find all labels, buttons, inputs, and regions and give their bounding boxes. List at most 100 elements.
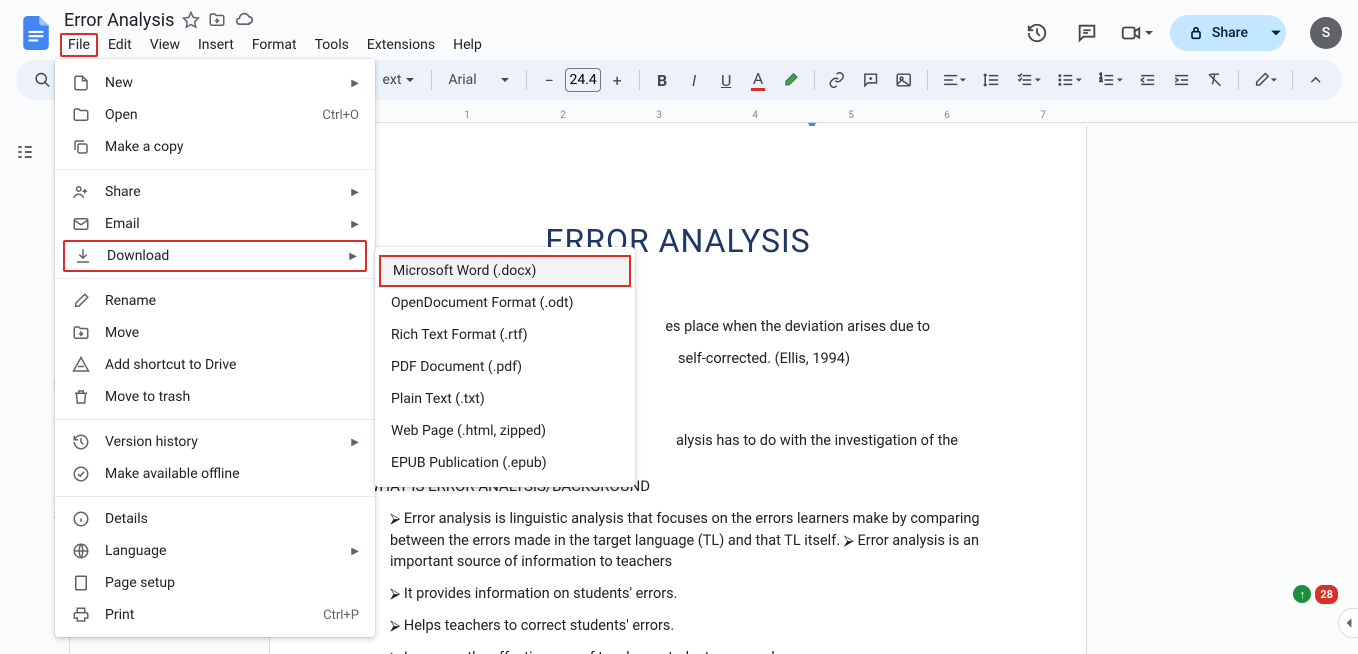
- align-button[interactable]: [936, 66, 973, 94]
- copy-icon: [71, 138, 91, 156]
- menu-share[interactable]: Share▶: [55, 176, 375, 208]
- download-epub[interactable]: EPUB Publication (.epub): [375, 447, 635, 479]
- menu-makecopy[interactable]: Make a copy: [55, 131, 375, 163]
- linespacing-button[interactable]: [977, 66, 1006, 94]
- chevron-right-icon: ▶: [351, 187, 359, 198]
- comments-icon[interactable]: [1070, 16, 1104, 50]
- explore-badge[interactable]: ↑ 28: [1293, 585, 1338, 604]
- menu-help[interactable]: Help: [445, 33, 490, 57]
- menu-pagesetup[interactable]: Page setup: [55, 567, 375, 599]
- trash-icon: [71, 388, 91, 406]
- menu-trash[interactable]: Move to trash: [55, 381, 375, 413]
- fontsize-decrease[interactable]: −: [535, 66, 563, 94]
- chevron-right-icon: ▶: [351, 546, 359, 557]
- menu-email[interactable]: Email▶: [55, 208, 375, 240]
- file-menu-dropdown: New▶ OpenCtrl+O Make a copy Share▶ Email…: [55, 59, 375, 637]
- highlight-button[interactable]: [776, 66, 805, 94]
- download-txt[interactable]: Plain Text (.txt): [375, 383, 635, 415]
- menu-extensions[interactable]: Extensions: [359, 33, 443, 57]
- chevron-right-icon: ▶: [351, 78, 359, 89]
- menu-print[interactable]: PrintCtrl+P: [55, 599, 375, 631]
- folder-icon: [71, 106, 91, 124]
- search-icon[interactable]: [28, 66, 57, 94]
- indent-decrease-button[interactable]: [1133, 66, 1162, 94]
- chevron-right-icon: ▶: [351, 219, 359, 230]
- text-color-button[interactable]: A: [744, 66, 772, 94]
- svg-text:2: 2: [1100, 77, 1103, 83]
- docs-logo[interactable]: [16, 13, 56, 53]
- italic-button[interactable]: I: [680, 66, 708, 94]
- menu-offline[interactable]: Make available offline: [55, 458, 375, 490]
- avatar[interactable]: S: [1310, 17, 1342, 49]
- menu-insert[interactable]: Insert: [190, 33, 242, 57]
- menu-file[interactable]: File: [60, 33, 98, 57]
- menu-open[interactable]: OpenCtrl+O: [55, 99, 375, 131]
- menu-view[interactable]: View: [142, 33, 188, 57]
- bulletlist-button[interactable]: [1051, 66, 1088, 94]
- new-doc-icon: [71, 74, 91, 92]
- move-folder-icon[interactable]: [208, 11, 226, 29]
- pagesetup-icon: [71, 574, 91, 592]
- menu-new[interactable]: New▶: [55, 67, 375, 99]
- underline-button[interactable]: U: [712, 66, 740, 94]
- menubar: File Edit View Insert Format Tools Exten…: [60, 31, 1020, 57]
- download-docx[interactable]: Microsoft Word (.docx): [379, 255, 631, 287]
- menu-edit[interactable]: Edit: [100, 33, 140, 57]
- header: Error Analysis File Edit View Insert For…: [0, 0, 1358, 60]
- title-area: Error Analysis File Edit View Insert For…: [60, 10, 1020, 57]
- document-title[interactable]: Error Analysis: [64, 10, 174, 31]
- outline-toggle-icon[interactable]: [7, 134, 43, 174]
- globe-icon: [71, 542, 91, 560]
- numberlist-button[interactable]: 12: [1092, 66, 1129, 94]
- clear-format-button[interactable]: [1200, 66, 1229, 94]
- menu-details[interactable]: Details: [55, 503, 375, 535]
- fontsize-increase[interactable]: +: [603, 66, 631, 94]
- cloud-status-icon[interactable]: [234, 10, 254, 30]
- checklist-button[interactable]: [1010, 66, 1047, 94]
- drive-shortcut-icon: [71, 356, 91, 374]
- fontsize-input[interactable]: [565, 68, 601, 92]
- history-icon: [71, 433, 91, 451]
- menu-history[interactable]: Version history▶: [55, 426, 375, 458]
- star-icon[interactable]: [182, 11, 200, 29]
- menu-rename[interactable]: Rename: [55, 285, 375, 317]
- share-dropdown-icon[interactable]: [1266, 20, 1286, 47]
- share-icon: [71, 183, 91, 201]
- menu-format[interactable]: Format: [244, 33, 305, 57]
- share-button[interactable]: Share: [1170, 15, 1266, 51]
- chevron-right-icon: ▶: [351, 437, 359, 448]
- image-button[interactable]: [889, 66, 918, 94]
- email-icon: [71, 215, 91, 233]
- menu-download[interactable]: Download▶: [63, 240, 367, 272]
- collapse-toolbar-icon[interactable]: [1301, 66, 1330, 94]
- menu-language[interactable]: Language▶: [55, 535, 375, 567]
- upload-badge-icon: ↑: [1293, 585, 1311, 603]
- style-select[interactable]: ext: [374, 68, 423, 92]
- share-label: Share: [1212, 25, 1248, 41]
- download-html[interactable]: Web Page (.html, zipped): [375, 415, 635, 447]
- meet-button[interactable]: [1120, 22, 1154, 44]
- font-select[interactable]: Arial: [440, 68, 518, 92]
- editing-mode-button[interactable]: [1247, 66, 1284, 94]
- menu-shortcut[interactable]: Add shortcut to Drive: [55, 349, 375, 381]
- download-submenu: Microsoft Word (.docx) OpenDocument Form…: [375, 247, 635, 487]
- indent-increase-button[interactable]: [1167, 66, 1196, 94]
- menu-move[interactable]: Move: [55, 317, 375, 349]
- print-icon: [71, 606, 91, 624]
- menu-tools[interactable]: Tools: [307, 33, 357, 57]
- download-icon: [73, 247, 93, 265]
- move-icon: [71, 324, 91, 342]
- info-icon: [71, 510, 91, 528]
- download-rtf[interactable]: Rich Text Format (.rtf): [375, 319, 635, 351]
- notification-count: 28: [1315, 585, 1338, 604]
- download-pdf[interactable]: PDF Document (.pdf): [375, 351, 635, 383]
- comment-button[interactable]: [856, 66, 885, 94]
- rename-icon: [71, 292, 91, 310]
- history-icon[interactable]: [1020, 16, 1054, 50]
- offline-icon: [71, 465, 91, 483]
- header-actions: Share S: [1020, 15, 1342, 51]
- bold-button[interactable]: B: [648, 66, 676, 94]
- download-odt[interactable]: OpenDocument Format (.odt): [375, 287, 635, 319]
- link-button[interactable]: [822, 66, 851, 94]
- chevron-right-icon: ▶: [349, 251, 357, 262]
